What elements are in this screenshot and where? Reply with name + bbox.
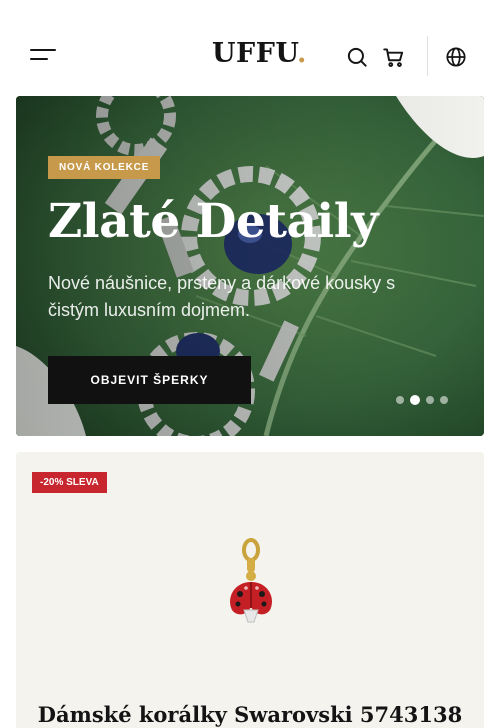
carousel-dot[interactable] xyxy=(396,396,404,404)
product-card[interactable]: -20% SLEVA Dámské korálky Swarovski 5743… xyxy=(16,452,484,728)
carousel-dots xyxy=(396,395,448,405)
carousel-dot[interactable] xyxy=(426,396,434,404)
discover-jewelry-button[interactable]: OBJEVIT ŠPERKY xyxy=(48,356,251,404)
carousel-dot-active[interactable] xyxy=(410,395,420,405)
site-logo[interactable]: UFFU. xyxy=(212,38,307,69)
site-header: UFFU. xyxy=(0,0,500,110)
search-icon[interactable] xyxy=(344,44,370,70)
hamburger-menu-icon[interactable] xyxy=(30,46,58,66)
hero-subtitle: Nové náušnice, prsteny a dárkové kousky … xyxy=(48,273,396,320)
ladybug-charm-image[interactable] xyxy=(216,536,286,632)
menu-line xyxy=(30,49,56,51)
hero-banner: NOVÁ KOLEKCE Zlaté Detaily Nové náušnice… xyxy=(16,96,484,436)
logo-dot: . xyxy=(296,38,307,69)
menu-line xyxy=(30,58,48,60)
globe-icon[interactable] xyxy=(443,44,469,70)
logo-text: UFFU xyxy=(212,38,297,69)
header-divider xyxy=(427,36,428,76)
shopping-cart-icon[interactable] xyxy=(381,44,407,70)
new-collection-badge: NOVÁ KOLEKCE xyxy=(48,156,161,179)
product-name[interactable]: Dámské korálky Swarovski 5743138 xyxy=(16,702,484,727)
sale-badge: -20% SLEVA xyxy=(32,472,107,493)
carousel-dot[interactable] xyxy=(440,396,448,404)
hero-title: Zlaté Detaily xyxy=(48,194,378,249)
